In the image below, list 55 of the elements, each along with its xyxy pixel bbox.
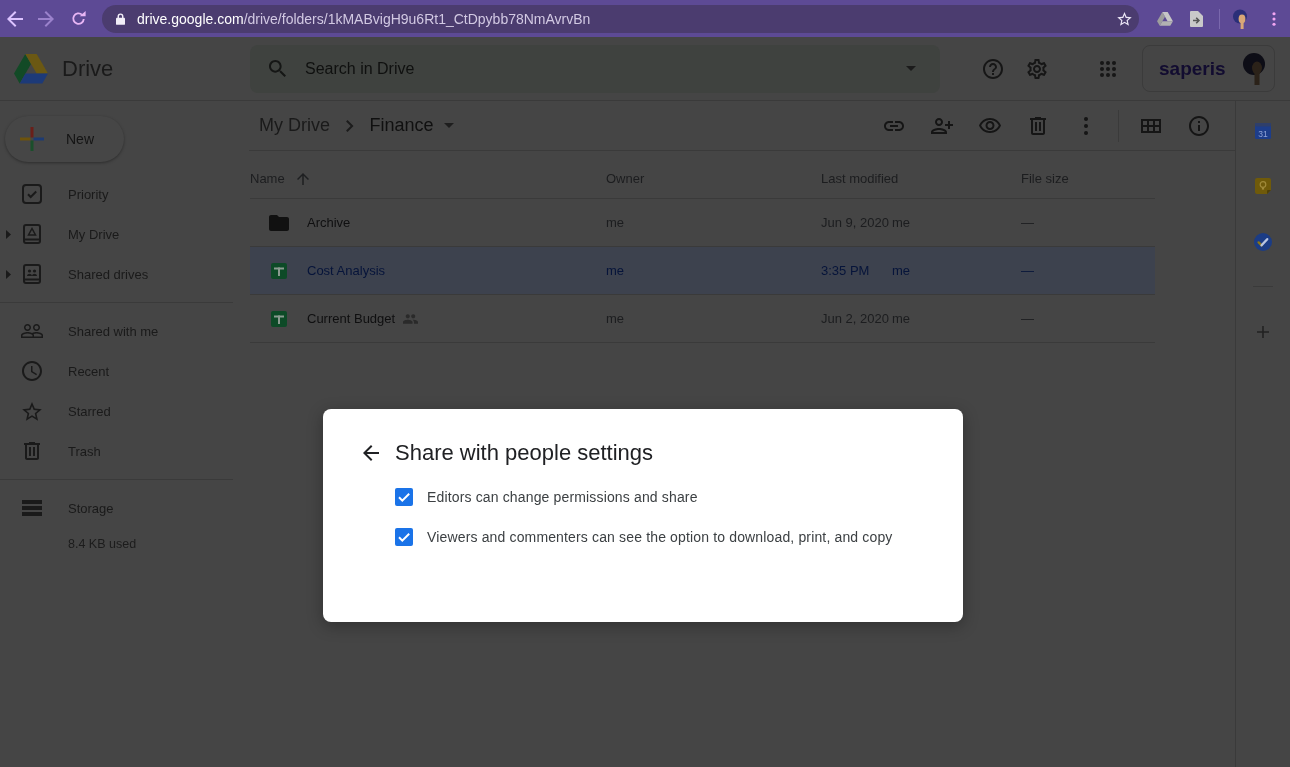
eye-icon[interactable]: [979, 118, 1001, 133]
file-size: —: [1021, 311, 1034, 326]
folder-icon: [269, 214, 289, 231]
grid-icon[interactable]: [1141, 118, 1161, 133]
search-icon[interactable]: [269, 60, 286, 77]
check-circle-icon[interactable]: [1254, 233, 1272, 251]
address-bar[interactable]: drive.google.com/drive/folders/1kMABvigH9u6Rt1_CtDpybb78NmAvrvBn: [102, 4, 1139, 33]
stacked-bars-icon: [22, 500, 42, 516]
url-text: drive.google.com/drive/folders/1kMABvigH9u6Rt1_CtDpybb78NmAvrvBn: [137, 10, 591, 27]
reload-icon[interactable]: [71, 11, 86, 26]
expand-triangle-icon[interactable]: [6, 269, 11, 279]
chevron-right-icon: [346, 119, 354, 132]
lock-icon: [116, 12, 125, 25]
caret-down-icon: [443, 123, 454, 128]
option-label: Viewers and commenters can see the option to download, print, and copy: [427, 529, 893, 545]
info-icon[interactable]: [1189, 115, 1209, 136]
file-size: —: [1021, 215, 1034, 230]
checkbox[interactable]: [395, 488, 413, 506]
file-name: Cost Analysis: [307, 263, 386, 278]
link-icon[interactable]: [884, 120, 904, 131]
calendar-icon[interactable]: 31: [1255, 123, 1271, 139]
star-outline-icon: [22, 401, 42, 421]
account-button[interactable]: saperis: [1142, 45, 1275, 92]
clock-icon: [22, 361, 42, 381]
drive-box-icon: [23, 224, 41, 244]
trash-icon: [24, 442, 40, 460]
add-person-icon[interactable]: [931, 117, 953, 134]
option-label: Editors can change permissions and share: [427, 489, 698, 505]
lightbulb-note-icon[interactable]: [1255, 178, 1271, 194]
help-icon[interactable]: [983, 58, 1003, 79]
file-size: —: [1021, 263, 1034, 278]
spreadsheet-icon: [271, 310, 287, 327]
forward-arrow-icon[interactable]: [38, 10, 54, 27]
caret-down-icon[interactable]: [906, 66, 916, 71]
triangle-logo-icon[interactable]: [1157, 11, 1173, 26]
plus-icon[interactable]: [1257, 326, 1269, 338]
people-icon: [21, 324, 43, 338]
star-outline-icon[interactable]: [1117, 11, 1132, 26]
brand-name: saperis: [1159, 57, 1226, 80]
plus-icon: [20, 127, 44, 151]
checkbox[interactable]: [395, 528, 413, 546]
more-icon[interactable]: [1272, 11, 1276, 26]
app-logo-icon[interactable]: [14, 53, 48, 84]
sort-arrow-icon[interactable]: [296, 173, 309, 185]
people-box-icon: [23, 264, 41, 284]
more-icon[interactable]: [1084, 116, 1088, 135]
document-arrow-icon[interactable]: [1190, 10, 1203, 27]
dialog-title: Share with people settings: [395, 440, 654, 466]
check-square-icon: [22, 184, 42, 204]
expand-triangle-icon[interactable]: [6, 229, 11, 239]
settings-icon[interactable]: [1027, 58, 1047, 79]
apps-grid-icon[interactable]: [1100, 60, 1116, 77]
trash-icon[interactable]: [1030, 116, 1046, 135]
spreadsheet-icon: [271, 262, 287, 279]
back-arrow-icon[interactable]: [363, 445, 379, 461]
